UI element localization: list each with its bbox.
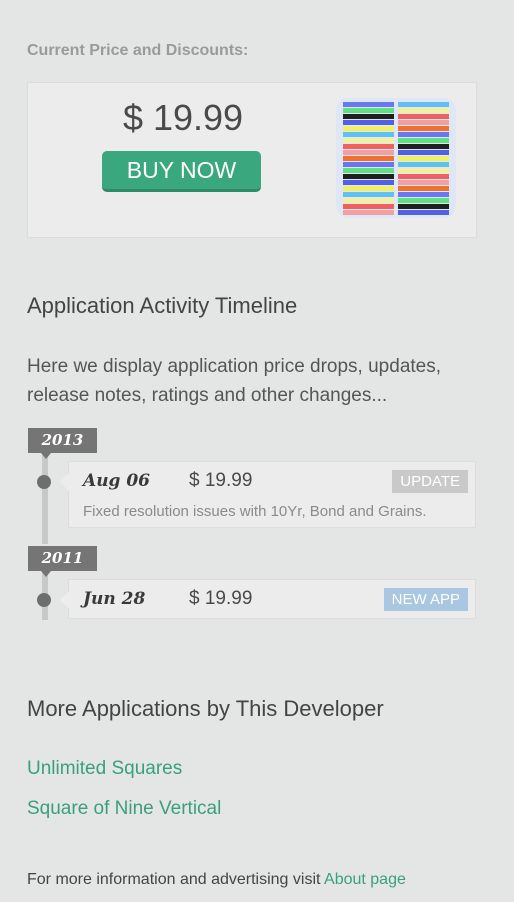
icon-cell — [343, 180, 394, 185]
icon-cell — [343, 150, 394, 155]
update-badge: UPDATE — [392, 470, 468, 493]
icon-cell — [398, 162, 449, 167]
icon-cell — [343, 192, 394, 197]
icon-cell — [398, 120, 449, 125]
icon-cell — [343, 144, 394, 149]
year-tag-2013: 2013 — [28, 428, 97, 459]
app-link-square-of-nine-vertical[interactable]: Square of Nine Vertical — [27, 798, 221, 820]
new-app-badge: NEW APP — [383, 588, 468, 611]
icon-cell — [343, 198, 394, 203]
icon-cell — [343, 114, 394, 119]
icon-cell — [343, 210, 394, 215]
icon-cell — [398, 114, 449, 119]
icon-cell — [343, 162, 394, 167]
icon-cell — [398, 204, 449, 209]
timeline-entry: Jun 28 $ 19.99 NEW APP — [60, 579, 476, 619]
icon-cell — [343, 156, 394, 161]
timeline-dot — [37, 475, 51, 489]
icon-cell — [343, 168, 394, 173]
icon-cell — [398, 144, 449, 149]
year-tag-2011: 2011 — [28, 546, 97, 577]
app-link-unlimited-squares[interactable]: Unlimited Squares — [27, 758, 182, 780]
icon-cell — [343, 174, 394, 179]
icon-cell — [398, 156, 449, 161]
icon-cell — [343, 108, 394, 113]
entry-date: Jun 28 — [83, 589, 146, 609]
icon-cell — [398, 168, 449, 173]
icon-cell — [398, 132, 449, 137]
icon-cell — [343, 132, 394, 137]
price-section-label: Current Price and Discounts: — [27, 42, 249, 59]
icon-cell — [398, 126, 449, 131]
timeline-entry: Aug 06 $ 19.99 UPDATE Fixed resolution i… — [60, 461, 476, 528]
icon-cell — [343, 204, 394, 209]
icon-cell — [398, 108, 449, 113]
icon-cell — [398, 198, 449, 203]
app-icon — [336, 98, 456, 218]
current-price: $ 19.99 — [122, 97, 244, 138]
footer-text: For more information and advertising vis… — [27, 871, 406, 889]
icon-cell — [343, 120, 394, 125]
footer-message: For more information and advertising vis… — [27, 871, 321, 888]
release-note: Fixed resolution issues with 10Yr, Bond … — [83, 503, 427, 520]
icon-cell — [398, 138, 449, 143]
timeline-description: Here we display application price drops,… — [27, 356, 442, 406]
icon-cell — [398, 180, 449, 185]
icon-cell — [398, 186, 449, 191]
icon-cell — [398, 174, 449, 179]
entry-price: $ 19.99 — [189, 588, 253, 609]
buy-now-button[interactable]: BUY NOW — [102, 151, 261, 192]
entry-date: Aug 06 — [83, 471, 151, 491]
icon-cell — [398, 210, 449, 215]
timeline-heading: Application Activity Timeline — [27, 293, 298, 318]
entry-price: $ 19.99 — [189, 470, 253, 491]
timeline-line — [42, 452, 48, 544]
more-apps-heading: More Applications by This Developer — [27, 696, 384, 721]
icon-cell — [343, 186, 394, 191]
icon-cell — [398, 192, 449, 197]
icon-cell — [343, 102, 394, 107]
timeline-dot — [37, 593, 51, 607]
icon-cell — [343, 126, 394, 131]
about-page-link[interactable]: About page — [324, 871, 406, 888]
icon-cell — [398, 150, 449, 155]
icon-cell — [343, 138, 394, 143]
icon-cell — [398, 102, 449, 107]
price-box: $ 19.99 BUY NOW — [27, 82, 477, 238]
